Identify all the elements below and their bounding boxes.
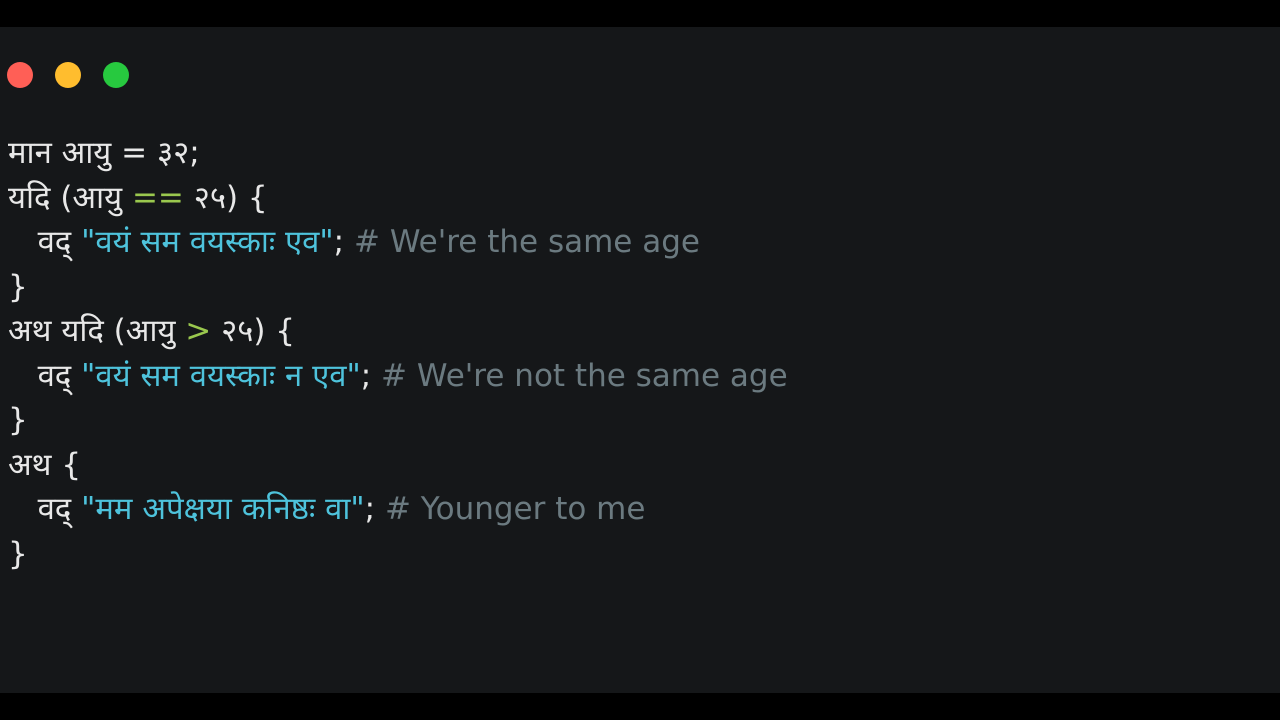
code-token-string: "वयं सम वयस्काः न एव" [81,357,361,394]
code-token-plain: २५) { [211,313,296,349]
letterbox-top [0,0,1280,27]
screen: मान आयु = ३२; यदि (आयु == २५) { वद् "वयं … [0,0,1280,720]
close-button-icon[interactable] [7,62,33,88]
code-line: वद् "मम अपेक्षया कनिष्ठः वा"; # Younger … [0,487,1280,532]
code-token-comment: # Younger to me [384,491,646,527]
code-token-number: ३२ [156,135,190,171]
code-token-op: > [185,313,212,349]
code-editor-window: मान आयु = ३२; यदि (आयु == २५) { वद् "वयं … [0,27,1280,693]
code-token-plain: } [8,535,28,572]
code-line: मान आयु = ३२; [0,131,1280,176]
code-token-op: == [131,179,184,216]
code-line: } [0,532,1280,577]
code-token-plain: वद् [37,357,82,394]
code-token-plain: ; [360,357,382,394]
code-token-comment: # We're not the same age [381,357,788,394]
code-line: वद् "वयं सम वयस्काः एव"; # We're the sam… [0,220,1280,265]
window-title-bar [0,27,1280,123]
code-token-comment: # We're the same age [353,224,700,260]
code-token-plain: मान आयु = [8,135,157,171]
code-token-plain: ; [364,491,385,527]
code-line: यदि (आयु == २५) { [0,176,1280,221]
code-token-plain: ; [189,135,200,171]
code-content[interactable]: मान आयु = ३२; यदि (आयु == २५) { वद् "वयं … [0,131,1280,691]
code-token-plain: वद् [37,224,82,260]
code-line: अथ यदि (आयु > २५) { [0,309,1280,354]
code-token-plain: वद् [37,491,82,527]
code-token-plain: ; [333,224,354,260]
code-token-plain: } [8,268,28,305]
code-token-plain: अथ { [8,446,82,483]
code-token-string: "मम अपेक्षया कनिष्ठः वा" [81,491,365,527]
code-line: } [0,398,1280,443]
code-token-plain: } [8,402,28,438]
minimize-button-icon[interactable] [55,62,81,88]
code-token-plain: २५) { [183,179,268,216]
code-token-plain: यदि (आयु [8,179,132,216]
code-line: अथ { [0,443,1280,488]
code-token-string: "वयं सम वयस्काः एव" [81,224,334,260]
zoom-button-icon[interactable] [103,62,129,88]
code-line: वद् "वयं सम वयस्काः न एव"; # We're not t… [0,354,1280,399]
code-token-plain: अथ यदि (आयु [8,313,186,349]
letterbox-bottom [0,693,1280,720]
code-line: } [0,265,1280,310]
